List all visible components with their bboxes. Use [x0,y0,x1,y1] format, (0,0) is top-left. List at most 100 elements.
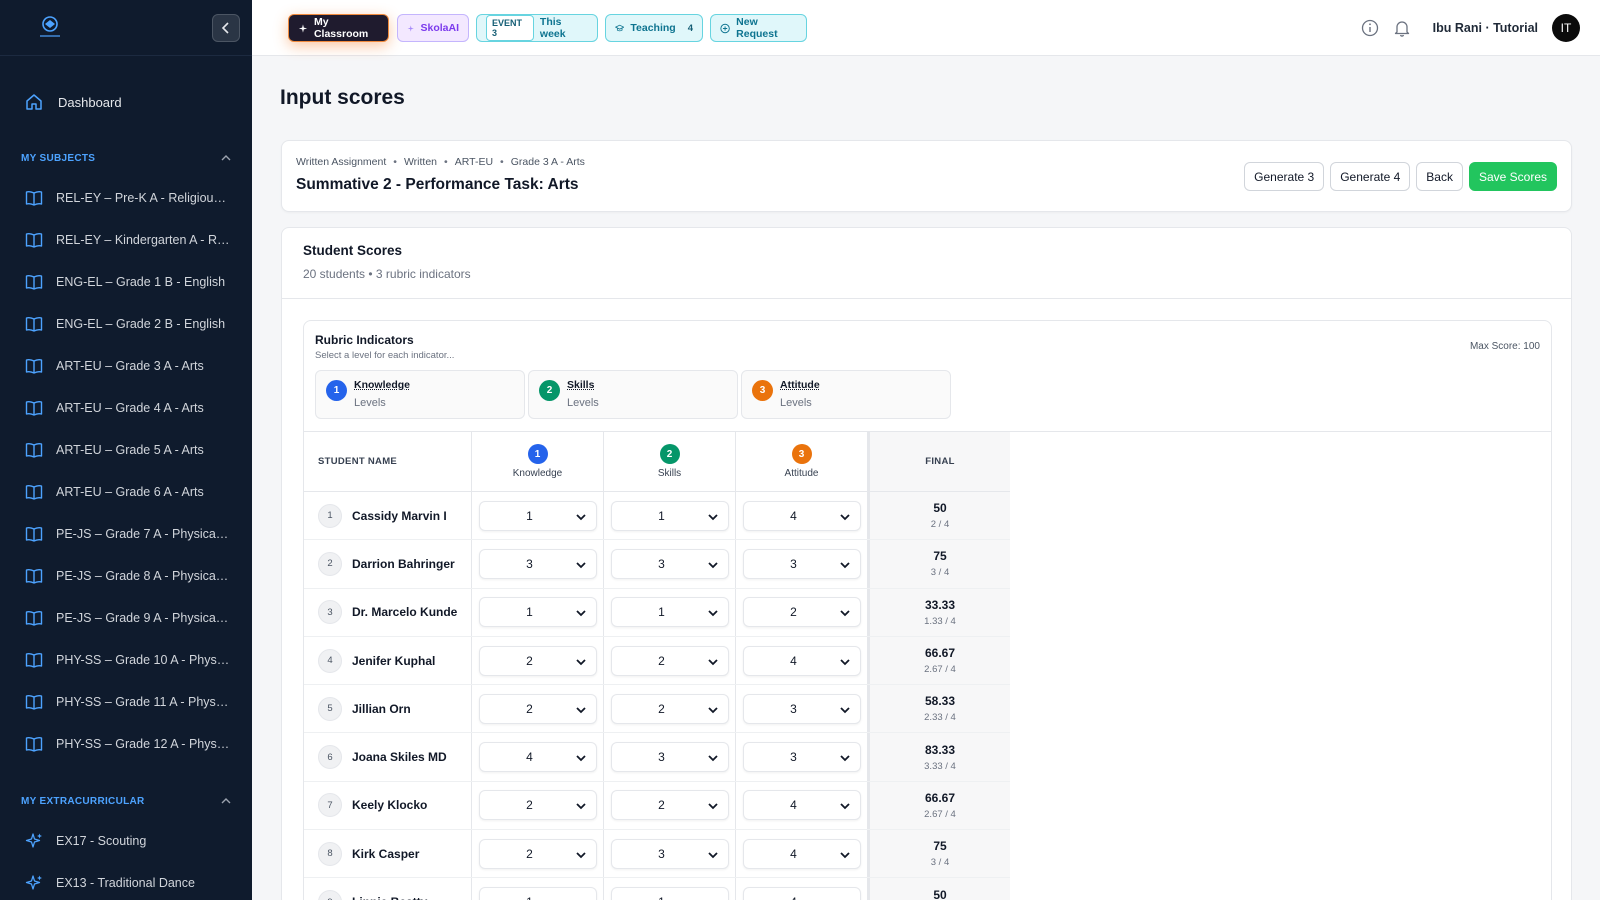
skills-cell: 2 [604,685,736,732]
save-scores-button[interactable]: Save Scores [1469,162,1557,191]
skills-level-select[interactable]: 1 [611,501,729,531]
pill-label: This week [540,16,588,40]
rubric-indicators: Rubric Indicators Select a level for eac… [304,321,1551,432]
chevron-down-icon [838,896,852,900]
info-icon[interactable] [1361,19,1379,37]
generate-3-button[interactable]: Generate 3 [1244,162,1324,191]
sidebar-item-subject[interactable]: ART-EU – Grade 4 A - Arts [0,387,252,429]
knowledge-level-select[interactable]: 4 [479,742,597,772]
knowledge-cell: 1 [472,878,604,900]
sidebar-item-label: ART-EU – Grade 3 A - Arts [56,359,204,373]
sidebar-item-subject[interactable]: PHY-SS – Grade 12 A - Physics [0,723,252,765]
chevron-down-icon [574,510,588,524]
skills-level-select[interactable]: 2 [611,646,729,676]
final-score: 66.67 [925,791,955,805]
knowledge-level-select[interactable]: 1 [479,501,597,531]
table-row: 4 Jenifer Kuphal 2 2 4 66.67 2.67 / 4 [304,637,1010,685]
attitude-level-select[interactable]: 2 [743,597,861,627]
sidebar-item-subject[interactable]: PE-JS – Grade 7 A - Physical E... [0,513,252,555]
sidebar-item-label: EX13 - Traditional Dance [56,876,195,890]
sidebar-collapse-button[interactable] [212,14,240,42]
skills-level-select[interactable]: 2 [611,790,729,820]
sidebar-item-label: PE-JS – Grade 8 A - Physical E... [56,569,230,583]
skolaai-button[interactable]: SkolaAI [397,14,469,42]
sidebar-item-subject[interactable]: REL-EY – Pre-K A - Religious a... [0,177,252,219]
sidebar-item-subject[interactable]: ART-EU – Grade 5 A - Arts [0,429,252,471]
sidebar-item-extracurricular[interactable]: EX17 - Scouting [0,820,252,862]
my-classroom-button[interactable]: My Classroom [288,14,389,42]
table-row: 9Linnie Beatty114502 / 4 [304,878,1010,900]
indicator-name[interactable]: Skills [567,379,594,391]
skills-level-select[interactable]: 3 [611,742,729,772]
attitude-level-select[interactable]: 4 [743,501,861,531]
student-name: Darrion Bahringer [352,557,455,571]
final-score: 50 [933,888,946,900]
selected-value: 3 [526,557,533,571]
sidebar-item-dashboard[interactable]: Dashboard [0,84,252,120]
attitude-level-select[interactable]: 4 [743,887,861,900]
attitude-level-select[interactable]: 3 [743,742,861,772]
attitude-level-select[interactable]: 4 [743,646,861,676]
selected-value: 3 [790,557,797,571]
attitude-level-select[interactable]: 3 [743,549,861,579]
selected-value: 2 [658,798,665,812]
selected-value: 4 [790,654,797,668]
sidebar-item-subject[interactable]: PHY-SS – Grade 10 A - Physics [0,639,252,681]
final-score-cell: 33.33 1.33 / 4 [868,589,1010,636]
student-scores-subtitle: 20 students • 3 rubric indicators [303,267,1550,281]
indicator-card-attitude[interactable]: 3 Attitude Levels [741,370,951,419]
skills-level-select[interactable]: 3 [611,839,729,869]
section-label: MY SUBJECTS [21,153,95,164]
sidebar-item-subject[interactable]: ENG-EL – Grade 1 B - English [0,261,252,303]
sparkle-icon [407,23,414,34]
sidebar-item-subject[interactable]: REL-EY – Kindergarten A - Reli... [0,219,252,261]
bell-icon[interactable] [1393,19,1411,37]
sidebar-item-subject[interactable]: PE-JS – Grade 9 A - Physical E... [0,597,252,639]
row-number-badge: 9 [318,890,342,900]
knowledge-level-select[interactable]: 2 [479,646,597,676]
student-name-cell: 4 Jenifer Kuphal [304,637,472,684]
indicator-name[interactable]: Knowledge [354,379,410,391]
sidebar-item-subject[interactable]: ART-EU – Grade 3 A - Arts [0,345,252,387]
sidebar-item-subject[interactable]: ENG-EL – Grade 2 B - English [0,303,252,345]
sidebar-item-subject[interactable]: ART-EU – Grade 6 A - Arts [0,471,252,513]
knowledge-level-select[interactable]: 3 [479,549,597,579]
skills-level-select[interactable]: 2 [611,694,729,724]
knowledge-level-select[interactable]: 2 [479,839,597,869]
knowledge-level-select[interactable]: 1 [479,597,597,627]
skills-level-select[interactable]: 3 [611,549,729,579]
sidebar-item-label: PHY-SS – Grade 10 A - Physics [56,653,230,667]
top-bar-right: Ibu Rani · Tutorial IT [1361,14,1580,42]
sidebar-item-extracurricular[interactable]: EX13 - Traditional Dance [0,862,252,900]
knowledge-level-select[interactable]: 2 [479,694,597,724]
table-row: 6 Joana Skiles MD 4 3 3 83.33 3.33 / 4 [304,733,1010,781]
my-extracurricular-header[interactable]: MY EXTRACURRICULAR [0,791,252,811]
attitude-level-select[interactable]: 4 [743,790,861,820]
generate-4-button[interactable]: Generate 4 [1330,162,1410,191]
knowledge-level-select[interactable]: 1 [479,887,597,900]
skills-level-select[interactable]: 1 [611,887,729,900]
knowledge-level-select[interactable]: 2 [479,790,597,820]
indicator-card-skills[interactable]: 2 Skills Levels [528,370,738,419]
avatar[interactable]: IT [1552,14,1580,42]
skills-level-select[interactable]: 1 [611,597,729,627]
back-button[interactable]: Back [1416,162,1463,191]
attitude-level-select[interactable]: 3 [743,694,861,724]
indicator-name[interactable]: Attitude [780,379,820,391]
student-name: Cassidy Marvin I [352,509,447,523]
school-logo[interactable] [32,13,68,43]
events-button[interactable]: EVENT 3 This week [476,14,598,42]
sidebar-item-subject[interactable]: PHY-SS – Grade 11 A - Physics [0,681,252,723]
skills-cell: 2 [604,782,736,829]
sidebar-item-subject[interactable]: PE-JS – Grade 8 A - Physical E... [0,555,252,597]
teaching-button[interactable]: Teaching 4 [605,14,703,42]
attitude-level-select[interactable]: 4 [743,839,861,869]
average-level: 2.67 / 4 [924,809,956,820]
student-name: Keely Klocko [352,798,427,812]
new-request-button[interactable]: New Request [710,14,807,42]
indicator-card-knowledge[interactable]: 1 Knowledge Levels [315,370,525,419]
graduation-cap-icon [615,23,624,34]
user-name[interactable]: Ibu Rani · Tutorial [1433,21,1538,35]
my-subjects-header[interactable]: MY SUBJECTS [0,148,252,168]
final-score: 75 [933,549,946,563]
